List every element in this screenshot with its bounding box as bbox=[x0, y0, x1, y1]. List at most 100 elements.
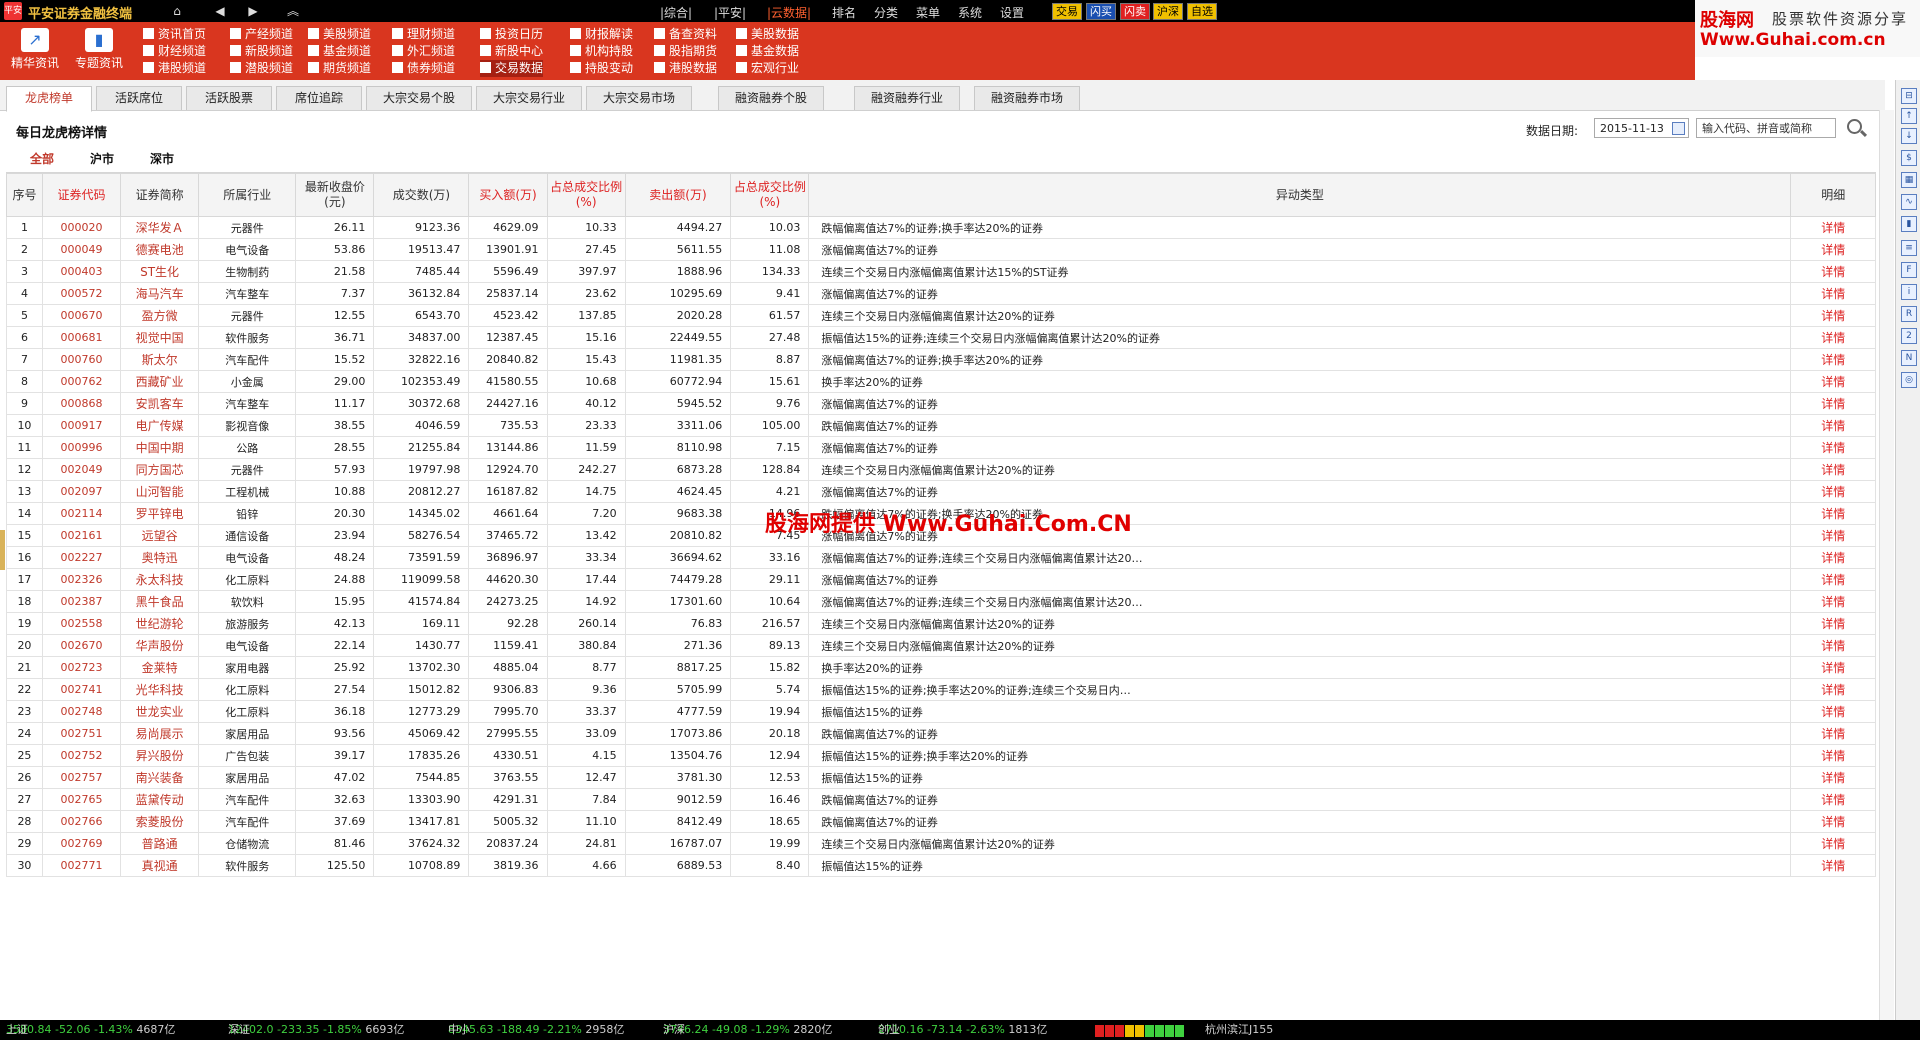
market-sh[interactable]: 沪市 bbox=[90, 150, 114, 167]
stock-name[interactable]: 视觉中国 bbox=[120, 326, 200, 349]
stock-code[interactable]: 000762 bbox=[41, 370, 122, 393]
table-row[interactable]: 1 000020 深华发Ａ 元器件 26.11 9123.36 4629.09 10.33 44… bbox=[6, 216, 1876, 239]
stock-name[interactable]: 德赛电池 bbox=[120, 238, 200, 261]
table-row[interactable]: 10 000917 电广传媒 影视音像 38.55 4046.59 735.53 23.33 3… bbox=[6, 414, 1876, 437]
search-icon[interactable] bbox=[1844, 116, 1868, 140]
ribbon-channel-item[interactable]: 财报解读 bbox=[570, 26, 633, 43]
ribbon-channel-item[interactable]: 股指期货 bbox=[654, 43, 717, 60]
detail-link[interactable]: 详情 bbox=[1790, 524, 1876, 547]
table-row[interactable]: 20 002670 华声股份 电气设备 22.14 1430.77 1159.41 380.8… bbox=[6, 634, 1876, 657]
table-row[interactable]: 18 002387 黑牛食品 软饮料 15.95 41574.84 24273.25 14.9… bbox=[6, 590, 1876, 613]
detail-link[interactable]: 详情 bbox=[1790, 590, 1876, 613]
stock-name[interactable]: 光华科技 bbox=[120, 678, 200, 701]
stock-code[interactable]: 002752 bbox=[41, 744, 122, 767]
ribbon-channel-item[interactable]: 美股频道 bbox=[308, 26, 371, 43]
checkbox-icon[interactable] bbox=[736, 62, 747, 73]
stock-code[interactable]: 000996 bbox=[41, 436, 122, 459]
detail-link[interactable]: 详情 bbox=[1790, 216, 1876, 239]
menu-pingan[interactable]: |平安| bbox=[714, 4, 746, 21]
stock-code[interactable]: 002387 bbox=[41, 590, 122, 613]
tab-margin-market[interactable]: 融资融券市场 bbox=[974, 86, 1080, 110]
back-icon[interactable]: ◀ bbox=[205, 1, 235, 21]
stock-name[interactable]: 金莱特 bbox=[120, 656, 200, 679]
list-icon[interactable]: ≡ bbox=[1901, 240, 1917, 256]
stock-name[interactable]: 斯太尔 bbox=[120, 348, 200, 371]
quote-icon[interactable]: $ bbox=[1901, 150, 1917, 166]
column-header[interactable]: 明细 bbox=[1790, 173, 1876, 217]
table-row[interactable]: 21 002723 金莱特 家用电器 25.92 13702.30 4885.04 8.77 8… bbox=[6, 656, 1876, 679]
stock-name[interactable]: 永太科技 bbox=[120, 568, 200, 591]
table-row[interactable]: 17 002326 永太科技 化工原料 24.88 119099.58 44620.30 17… bbox=[6, 568, 1876, 591]
checkbox-icon[interactable] bbox=[230, 62, 241, 73]
detail-link[interactable]: 详情 bbox=[1790, 458, 1876, 481]
menu-yunshuju[interactable]: |云数据| bbox=[767, 4, 811, 21]
arrow-down-icon[interactable]: ↓ bbox=[1901, 128, 1917, 144]
stock-code[interactable]: 000681 bbox=[41, 326, 122, 349]
market-sz[interactable]: 深市 bbox=[150, 150, 174, 167]
menu-zonghe[interactable]: |综合| bbox=[660, 4, 692, 21]
news-icon[interactable]: N bbox=[1901, 350, 1917, 366]
detail-link[interactable]: 详情 bbox=[1790, 854, 1876, 877]
checkbox-icon[interactable] bbox=[308, 28, 319, 39]
ribbon-channel-item[interactable]: 基金频道 bbox=[308, 43, 371, 60]
stock-name[interactable]: 电广传媒 bbox=[120, 414, 200, 437]
table-row[interactable]: 3 000403 ST生化 生物制药 21.58 7485.44 5596.49 397.97… bbox=[6, 260, 1876, 283]
detail-link[interactable]: 详情 bbox=[1790, 480, 1876, 503]
hushen-button[interactable]: 沪深 bbox=[1153, 3, 1183, 20]
table-row[interactable]: 8 000762 西藏矿业 小金属 29.00 102353.49 41580.55 10.6… bbox=[6, 370, 1876, 393]
stock-name[interactable]: 同方国芯 bbox=[120, 458, 200, 481]
stock-name[interactable]: 安凯客车 bbox=[120, 392, 200, 415]
stock-name[interactable]: 西藏矿业 bbox=[120, 370, 200, 393]
forward-icon[interactable]: ▶ bbox=[238, 1, 268, 21]
stock-code[interactable]: 000020 bbox=[41, 216, 122, 239]
stock-name[interactable]: 罗平锌电 bbox=[120, 502, 200, 525]
ribbon-channel-item[interactable]: 期货频道 bbox=[308, 60, 371, 77]
index-hs300[interactable]: 沪深 3746.24 -49.08 -1.29% 2820亿 bbox=[663, 1020, 832, 1040]
stock-name[interactable]: 世龙实业 bbox=[120, 700, 200, 723]
tab-margin-stock[interactable]: 融资融券个股 bbox=[718, 86, 824, 110]
table-row[interactable]: 24 002751 易尚展示 家居用品 93.56 45069.42 27995.55 33.… bbox=[6, 722, 1876, 745]
checkbox-icon[interactable] bbox=[480, 62, 491, 73]
detail-link[interactable]: 详情 bbox=[1790, 348, 1876, 371]
stock-code[interactable]: 002161 bbox=[41, 524, 122, 547]
detail-link[interactable]: 详情 bbox=[1790, 414, 1876, 437]
column-header[interactable]: 异动类型 bbox=[808, 173, 1792, 217]
detail-link[interactable]: 详情 bbox=[1790, 502, 1876, 525]
candlestick-icon[interactable]: ▮ bbox=[1901, 216, 1917, 232]
checkbox-icon[interactable] bbox=[230, 45, 241, 56]
ribbon-channel-item[interactable]: 港股频道 bbox=[143, 60, 206, 77]
ribbon-channel-item[interactable]: 宏观行业 bbox=[736, 60, 799, 77]
stock-code[interactable]: 002227 bbox=[41, 546, 122, 569]
stock-code[interactable]: 000572 bbox=[41, 282, 122, 305]
settings-icon[interactable]: ◎ bbox=[1901, 372, 1917, 388]
checkbox-icon[interactable] bbox=[654, 28, 665, 39]
ribbon-channel-item[interactable]: 交易数据 bbox=[480, 60, 544, 77]
quick-buy-button[interactable]: 闪买 bbox=[1086, 3, 1116, 20]
table-row[interactable]: 23 002748 世龙实业 化工原料 36.18 12773.29 7995.70 33.3… bbox=[6, 700, 1876, 723]
column-header[interactable]: 占总成交比例(%) bbox=[730, 173, 810, 217]
ribbon-channel-item[interactable]: 财经频道 bbox=[143, 43, 206, 60]
tab-active-stocks[interactable]: 活跃股票 bbox=[186, 86, 272, 110]
index-chinext[interactable]: 创业 2710.16 -73.14 -2.63% 1813亿 bbox=[878, 1020, 1047, 1040]
detail-link[interactable]: 详情 bbox=[1790, 832, 1876, 855]
checkbox-icon[interactable] bbox=[736, 45, 747, 56]
checkbox-icon[interactable] bbox=[654, 45, 665, 56]
detail-link[interactable]: 详情 bbox=[1790, 546, 1876, 569]
detail-link[interactable]: 详情 bbox=[1790, 436, 1876, 459]
column-header[interactable]: 卖出额(万) bbox=[624, 173, 732, 217]
checkbox-icon[interactable] bbox=[392, 62, 403, 73]
search-input[interactable]: 输入代码、拼音或简称 bbox=[1696, 118, 1836, 138]
detail-link[interactable]: 详情 bbox=[1790, 304, 1876, 327]
ribbon-channel-item[interactable]: 理财频道 bbox=[392, 26, 455, 43]
checkbox-icon[interactable] bbox=[308, 62, 319, 73]
stock-code[interactable]: 002114 bbox=[41, 502, 122, 525]
stock-code[interactable]: 000760 bbox=[41, 348, 122, 371]
stock-name[interactable]: 奥特迅 bbox=[120, 546, 200, 569]
detail-link[interactable]: 详情 bbox=[1790, 260, 1876, 283]
tab-margin-industry[interactable]: 融资融券行业 bbox=[854, 86, 960, 110]
checkbox-icon[interactable] bbox=[480, 28, 491, 39]
table-row[interactable]: 30 002771 真视通 软件服务 125.50 10708.89 3819.36 4.66… bbox=[6, 854, 1876, 877]
stock-code[interactable]: 000670 bbox=[41, 304, 122, 327]
stock-name[interactable]: 黑牛食品 bbox=[120, 590, 200, 613]
market-all[interactable]: 全部 bbox=[30, 150, 54, 167]
